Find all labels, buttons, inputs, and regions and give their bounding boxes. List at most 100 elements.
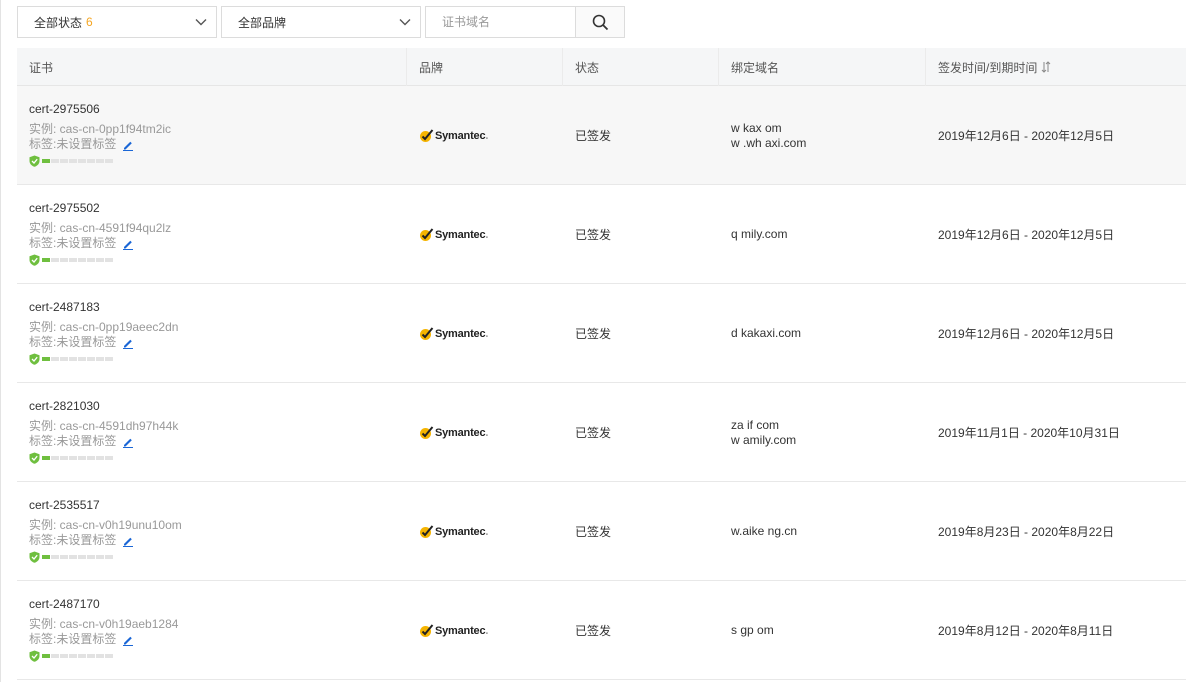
edit-icon[interactable] [122, 337, 134, 349]
status-filter-select[interactable]: 全部状态 6 [17, 6, 217, 38]
table-row[interactable]: cert-2487183 实例: cas-cn-0pp19aeec2dn 标签:… [17, 284, 1186, 383]
cert-instance: 实例: cas-cn-0pp19aeec2dn [29, 320, 179, 334]
cert-tag-text: 标签:未设置标签 [29, 632, 117, 646]
cert-name[interactable]: cert-2535517 [29, 498, 407, 513]
cert-tag: 标签:未设置标签 [29, 137, 407, 152]
table-row[interactable]: cert-2975506 实例: cas-cn-0pp1f94tm2ic 标签:… [17, 86, 1186, 185]
brand-name: Symantec. [435, 129, 489, 142]
shield-check-icon [29, 254, 40, 266]
column-header-domain: 绑定域名 [719, 48, 926, 86]
table-row[interactable]: cert-2487170 实例: cas-cn-v0h19aeb1284 标签:… [17, 581, 1186, 680]
symantec-check-icon [420, 624, 434, 637]
filter-bar: 全部状态 6 全部品牌 [17, 6, 625, 38]
shield-check-icon [29, 452, 40, 464]
cert-tag: 标签:未设置标签 [29, 236, 407, 251]
cert-name[interactable]: cert-2975506 [29, 102, 407, 117]
cert-cell: cert-2535517 实例: cas-cn-v0h19unu10om 标签:… [17, 482, 407, 581]
validity-dates: 2019年8月12日 - 2020年8月11日 [938, 624, 1114, 638]
cert-tag: 标签:未设置标签 [29, 335, 407, 350]
status-cell: 已签发 [563, 284, 719, 383]
brand-filter-select[interactable]: 全部品牌 [221, 6, 421, 38]
symantec-check-icon [420, 426, 434, 439]
status-filter-count: 6 [86, 15, 93, 29]
domain-cell: w kax om w .wh axi.com [719, 86, 926, 185]
symantec-logo: Symantec. [419, 425, 563, 440]
edit-icon[interactable] [122, 634, 134, 646]
search-button[interactable] [575, 6, 625, 38]
level-bar [42, 456, 114, 460]
status-text: 已签发 [575, 426, 612, 440]
validity-dates: 2019年12月6日 - 2020年12月5日 [938, 327, 1115, 341]
symantec-check-icon [420, 327, 434, 340]
brand-name-text: Symantec [435, 129, 486, 142]
sort-icon[interactable] [1041, 61, 1051, 73]
brand-name: Symantec. [435, 327, 489, 340]
brand-cell: Symantec. [407, 383, 563, 482]
column-header-dates[interactable]: 签发时间/到期时间 [926, 48, 1186, 86]
cert-tag-text: 标签:未设置标签 [29, 434, 117, 448]
brand-cell: Symantec. [407, 86, 563, 185]
cert-name[interactable]: cert-2487183 [29, 300, 407, 315]
dates-cell: 2019年12月6日 - 2020年12月5日 [926, 86, 1186, 185]
column-header-brand: 品牌 [407, 48, 563, 86]
domain-text: w .wh axi.com [731, 135, 807, 150]
brand-cell: Symantec. [407, 284, 563, 383]
domain-cell: q mily.com [719, 185, 926, 284]
domain-cell: d kakaxi.com [719, 284, 926, 383]
brand-name-text: Symantec [435, 327, 486, 340]
cert-instance: 实例: cas-cn-v0h19unu10om [29, 518, 182, 532]
status-text: 已签发 [575, 228, 612, 242]
column-header-label: 状态 [575, 60, 600, 75]
column-header-cert: 证书 [17, 48, 407, 86]
cert-name[interactable]: cert-2487170 [29, 597, 407, 612]
domain-text: za if com [731, 417, 780, 432]
domain-text: s gp om [731, 623, 774, 637]
dates-cell: 2019年12月6日 - 2020年12月5日 [926, 185, 1186, 284]
symantec-logo: Symantec. [419, 128, 563, 143]
table-header: 证书 品牌 状态 绑定域名 签发时间/到期时间 [17, 48, 1186, 86]
table-row[interactable]: cert-2535517 实例: cas-cn-v0h19unu10om 标签:… [17, 482, 1186, 581]
cert-tag-text: 标签:未设置标签 [29, 335, 117, 349]
domain-cell: za if com w amily.com [719, 383, 926, 482]
brand-cell: Symantec. [407, 482, 563, 581]
dates-cell: 2019年12月6日 - 2020年12月5日 [926, 284, 1186, 383]
edit-icon[interactable] [122, 139, 134, 151]
security-level [29, 353, 407, 365]
symantec-logo: Symantec. [419, 524, 563, 539]
chevron-down-icon [399, 19, 411, 26]
symantec-logo: Symantec. [419, 326, 563, 341]
table-row[interactable]: cert-2975502 实例: cas-cn-4591f94qu2lz 标签:… [17, 185, 1186, 284]
column-header-label: 品牌 [419, 60, 444, 75]
column-header-status: 状态 [563, 48, 719, 86]
edit-icon[interactable] [122, 436, 134, 448]
domain-search-input[interactable] [425, 6, 575, 38]
cert-cell: cert-2487170 实例: cas-cn-v0h19aeb1284 标签:… [17, 581, 407, 680]
level-bar [42, 258, 114, 262]
cert-name[interactable]: cert-2821030 [29, 399, 407, 414]
cert-name[interactable]: cert-2975502 [29, 201, 407, 216]
dates-cell: 2019年8月12日 - 2020年8月11日 [926, 581, 1186, 680]
symantec-logo: Symantec. [419, 623, 563, 638]
cert-cell: cert-2975502 实例: cas-cn-4591f94qu2lz 标签:… [17, 185, 407, 284]
dates-cell: 2019年8月23日 - 2020年8月22日 [926, 482, 1186, 581]
domain-text: q mily.com [731, 227, 788, 241]
cert-tag: 标签:未设置标签 [29, 632, 407, 647]
validity-dates: 2019年8月23日 - 2020年8月22日 [938, 525, 1115, 539]
cert-cell: cert-2487183 实例: cas-cn-0pp19aeec2dn 标签:… [17, 284, 407, 383]
status-text: 已签发 [575, 624, 612, 638]
level-bar [42, 357, 114, 361]
brand-name: Symantec. [435, 624, 489, 637]
status-filter-label: 全部状态 [34, 15, 83, 30]
edit-icon[interactable] [122, 535, 134, 547]
level-bar [42, 159, 114, 163]
cert-instance: 实例: cas-cn-0pp1f94tm2ic [29, 122, 172, 136]
symantec-check-icon [420, 129, 434, 142]
edit-icon[interactable] [122, 238, 134, 250]
search-icon [592, 14, 608, 30]
certificate-table: 证书 品牌 状态 绑定域名 签发时间/到期时间 cert-2975506 实例:… [17, 48, 1186, 680]
validity-dates: 2019年12月6日 - 2020年12月5日 [938, 129, 1115, 143]
brand-name-text: Symantec [435, 624, 486, 637]
table-row[interactable]: cert-2821030 实例: cas-cn-4591dh97h44k 标签:… [17, 383, 1186, 482]
cert-tag-text: 标签:未设置标签 [29, 137, 117, 151]
symantec-check-icon [420, 228, 434, 241]
